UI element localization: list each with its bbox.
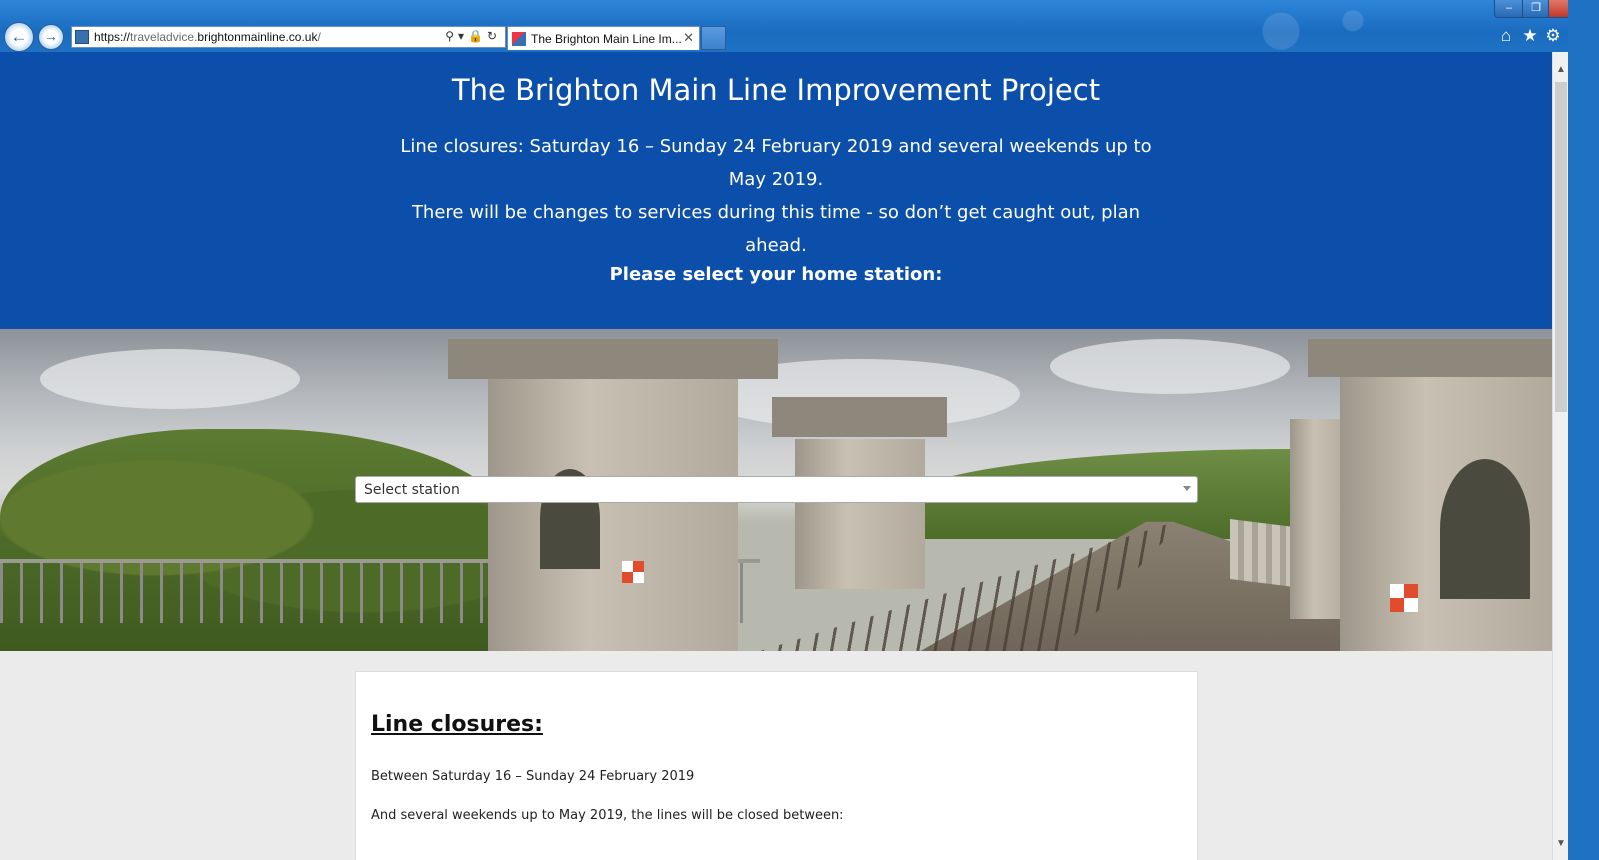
gear-icon[interactable]: ⚙	[1543, 26, 1563, 46]
banner-marker	[1390, 584, 1418, 612]
closures-text: Line closures: Saturday 16 – Sunday 24 F…	[400, 136, 1152, 190]
banner-pier-cap	[448, 339, 778, 379]
station-select-value: Select station	[364, 482, 460, 498]
address-url[interactable]: https://traveladvice.brightonmainline.co…	[94, 30, 321, 44]
back-button[interactable]: ←	[4, 22, 34, 52]
toolbar-decoration	[1029, 0, 1389, 52]
tab-active[interactable]: The Brighton Main Line Im... ✕	[507, 26, 700, 50]
url-scheme: https://	[94, 30, 131, 44]
line-closures-heading: Line closures:	[371, 712, 543, 737]
banner-pier	[488, 369, 738, 651]
line-closures-card: Line closures: Between Saturday 16 – Sun…	[355, 671, 1198, 860]
closure-weekends-text: And several weekends up to May 2019, the…	[371, 808, 844, 823]
restore-button[interactable]: ❐	[1522, 0, 1550, 18]
banner-marker	[622, 561, 644, 583]
tab-close-icon[interactable]: ✕	[683, 30, 694, 46]
scroll-down-icon[interactable]: ▼	[1553, 836, 1569, 852]
scroll-thumb[interactable]	[1555, 82, 1567, 412]
url-domain: brightonmainline.co.uk	[197, 30, 318, 44]
tab-title: The Brighton Main Line Im...	[531, 32, 682, 46]
page-title: The Brighton Main Line Improvement Proje…	[451, 73, 1101, 107]
chevron-down-icon[interactable]	[1183, 486, 1191, 491]
viaduct-banner-image: Select station	[0, 329, 1552, 651]
page-scrollbar[interactable]: ▲ ▼	[1552, 52, 1569, 860]
banner-pier-cap	[772, 397, 947, 437]
banner-cloud	[1050, 339, 1290, 394]
url-subdomain: traveladvice.	[130, 30, 198, 44]
address-actions-icon[interactable]: ⚲▾🔒↻	[445, 29, 501, 43]
home-icon[interactable]: ⌂	[1496, 26, 1516, 46]
url-path: /	[317, 30, 321, 44]
site-favicon-icon	[75, 30, 89, 44]
station-select[interactable]: Select station	[355, 476, 1198, 503]
browser-toolbar: – ❐ ✕ ← → https://traveladvice.brightonm…	[0, 0, 1599, 52]
new-tab-button[interactable]	[701, 26, 726, 50]
tab-favicon-icon	[512, 32, 526, 46]
banner-arch	[1440, 459, 1530, 599]
address-bar[interactable]: https://traveladvice.brightonmainline.co…	[71, 26, 506, 48]
closure-dates-text: Between Saturday 16 – Sunday 24 February…	[371, 769, 695, 784]
hero-intro: Line closures: Saturday 16 – Sunday 24 F…	[385, 130, 1167, 262]
favorites-star-icon[interactable]: ★	[1520, 26, 1540, 46]
minimize-button[interactable]: –	[1494, 0, 1524, 18]
hero-section: The Brighton Main Line Improvement Proje…	[0, 52, 1552, 329]
station-prompt: Please select your home station:	[609, 264, 943, 285]
changes-text: There will be changes to services during…	[411, 202, 1141, 256]
banner-pier-cap	[1308, 339, 1552, 377]
page-viewport: The Brighton Main Line Improvement Proje…	[0, 52, 1552, 860]
banner-pier	[795, 439, 925, 589]
scroll-up-icon[interactable]: ▲	[1553, 62, 1569, 78]
forward-button[interactable]: →	[38, 24, 64, 50]
banner-cloud	[40, 349, 300, 409]
window-frame	[1568, 0, 1599, 860]
